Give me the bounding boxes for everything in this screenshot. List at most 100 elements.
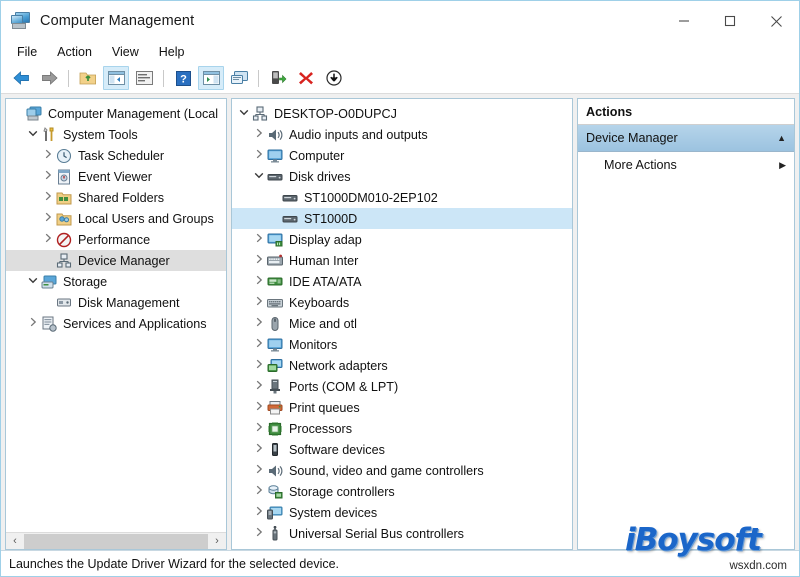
tree-item[interactable]: IDE ATA/ATA [232, 271, 572, 292]
tree-item[interactable]: Processors [232, 418, 572, 439]
chevron-right-icon[interactable] [251, 422, 267, 435]
tree-item[interactable]: Keyboards [232, 292, 572, 313]
tree-item[interactable]: Computer [232, 145, 572, 166]
actions-pane: Actions Device Manager ▲ More Actions ▶ [577, 98, 795, 550]
menu-action[interactable]: Action [51, 43, 103, 61]
chevron-right-icon[interactable] [251, 380, 267, 393]
network-adapter-icon [267, 358, 284, 374]
tree-item[interactable]: ST1000DM010-2EP102 [232, 187, 572, 208]
tree-item-label: Storage [63, 275, 107, 289]
chevron-right-icon[interactable] [40, 149, 56, 162]
tree-item-label: Audio inputs and outputs [289, 128, 428, 142]
actions-item-label: More Actions [604, 158, 677, 172]
menu-view[interactable]: View [106, 43, 150, 61]
tree-item[interactable]: Display adap [232, 229, 572, 250]
chevron-down-icon[interactable] [25, 276, 41, 288]
tree-item[interactable]: Network adapters [232, 355, 572, 376]
chevron-right-icon[interactable] [251, 527, 267, 540]
tree-item[interactable]: Computer Management (Local [6, 103, 226, 124]
monitor-scan-button[interactable] [226, 66, 252, 90]
chevron-right-icon[interactable] [251, 359, 267, 372]
tree-item[interactable]: Audio inputs and outputs [232, 124, 572, 145]
tree-item[interactable]: Performance [6, 229, 226, 250]
menu-help[interactable]: Help [153, 43, 196, 61]
tree-item[interactable]: Storage controllers [232, 481, 572, 502]
help-button[interactable]: ? [170, 66, 196, 90]
chevron-right-icon[interactable] [251, 485, 267, 498]
users-icon [56, 211, 73, 227]
tree-item[interactable]: Human Inter [232, 250, 572, 271]
chevron-right-icon[interactable] [251, 506, 267, 519]
chevron-right-icon[interactable] [251, 275, 267, 288]
tree-item[interactable]: Device Manager [6, 250, 226, 271]
tree-item[interactable]: ST1000D [232, 208, 572, 229]
uninstall-device-button[interactable] [293, 66, 319, 90]
scroll-thumb[interactable] [24, 534, 208, 549]
chevron-right-icon[interactable] [251, 401, 267, 414]
computer-management-icon [11, 12, 31, 30]
svg-text:?: ? [180, 73, 187, 85]
properties-button[interactable] [131, 66, 157, 90]
maximize-button[interactable] [707, 1, 753, 41]
chevron-right-icon: ▶ [779, 160, 786, 171]
menu-file[interactable]: File [11, 43, 48, 61]
chevron-right-icon[interactable] [40, 191, 56, 204]
update-driver-button[interactable] [265, 66, 291, 90]
forward-button[interactable] [36, 66, 62, 90]
close-button[interactable] [753, 1, 799, 41]
chevron-right-icon[interactable] [251, 254, 267, 267]
chevron-down-icon[interactable] [25, 129, 41, 141]
software-device-icon [267, 442, 284, 458]
chevron-right-icon[interactable] [251, 149, 267, 162]
chevron-right-icon[interactable] [251, 338, 267, 351]
tree-item[interactable]: Software devices [232, 439, 572, 460]
chevron-right-icon[interactable] [251, 317, 267, 330]
tree-item[interactable]: System Tools [6, 124, 226, 145]
chevron-right-icon[interactable] [40, 170, 56, 183]
tree-item-label: Local Users and Groups [78, 212, 214, 226]
chevron-down-icon[interactable] [251, 171, 267, 183]
minimize-button[interactable] [661, 1, 707, 41]
chevron-right-icon[interactable] [25, 317, 41, 330]
chevron-down-icon[interactable] [236, 108, 252, 120]
tree-item[interactable]: Disk drives [232, 166, 572, 187]
tree-item[interactable]: Universal Serial Bus controllers [232, 523, 572, 544]
scroll-right-arrow[interactable]: › [209, 536, 225, 547]
tree-item[interactable]: Storage [6, 271, 226, 292]
console-tree-horizontal-scrollbar[interactable]: ‹ › [6, 532, 226, 549]
tree-item[interactable]: Event Viewer [6, 166, 226, 187]
tree-item[interactable]: Print queues [232, 397, 572, 418]
tree-item[interactable]: System devices [232, 502, 572, 523]
tree-item[interactable]: Ports (COM & LPT) [232, 376, 572, 397]
chevron-right-icon[interactable] [251, 443, 267, 456]
tree-item[interactable]: Shared Folders [6, 187, 226, 208]
actions-group-device-manager[interactable]: Device Manager ▲ [578, 125, 794, 152]
system-device-icon [267, 505, 284, 521]
tree-item[interactable]: Task Scheduler [6, 145, 226, 166]
back-button[interactable] [8, 66, 34, 90]
tree-item[interactable]: Disk Management [6, 292, 226, 313]
tree-item[interactable]: Services and Applications [6, 313, 226, 334]
chevron-right-icon[interactable] [251, 128, 267, 141]
chevron-right-icon[interactable] [251, 233, 267, 246]
tree-item-label: IDE ATA/ATA [289, 275, 362, 289]
console-tree-button[interactable] [103, 66, 129, 90]
keyboard-icon [267, 295, 284, 311]
up-one-level-button[interactable] [75, 66, 101, 90]
action-pane-button[interactable] [198, 66, 224, 90]
tree-item[interactable]: Sound, video and game controllers [232, 460, 572, 481]
tree-item[interactable]: Mice and otl [232, 313, 572, 334]
disable-device-button[interactable] [321, 66, 347, 90]
tree-item[interactable]: Local Users and Groups [6, 208, 226, 229]
collapse-icon[interactable]: ▲ [777, 133, 786, 143]
chevron-right-icon[interactable] [40, 233, 56, 246]
scroll-left-arrow[interactable]: ‹ [7, 536, 23, 547]
storage-icon [41, 274, 58, 290]
chevron-right-icon[interactable] [251, 296, 267, 309]
tree-item[interactable]: DESKTOP-O0DUPCJ [232, 103, 572, 124]
tree-item[interactable]: Monitors [232, 334, 572, 355]
tree-item-label: Mice and otl [289, 317, 357, 331]
chevron-right-icon[interactable] [251, 464, 267, 477]
actions-item-more-actions[interactable]: More Actions ▶ [578, 152, 794, 178]
chevron-right-icon[interactable] [40, 212, 56, 225]
